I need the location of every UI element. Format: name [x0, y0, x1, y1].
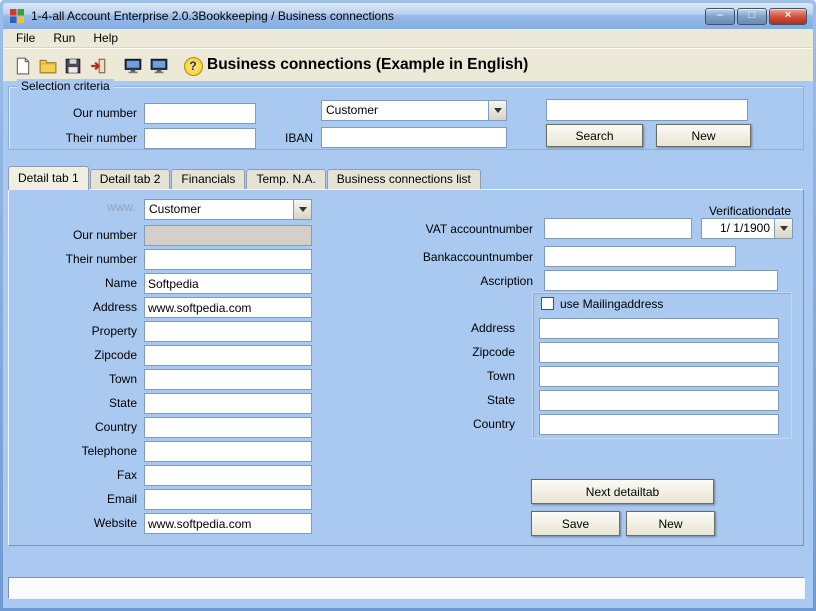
website-input[interactable] — [144, 513, 312, 534]
maximize-button[interactable]: □ — [737, 7, 767, 25]
country-input[interactable] — [144, 417, 312, 438]
mailing-state-label: State — [486, 393, 515, 407]
new-document-icon[interactable] — [11, 54, 35, 78]
use-mailingaddress-checkbox[interactable] — [541, 297, 554, 310]
their-number-label: Their number — [65, 131, 137, 145]
zipcode-label: Zipcode — [94, 348, 137, 362]
town-label: Town — [108, 372, 137, 386]
vat-accountnumber-label: VAT accountnumber — [425, 222, 533, 236]
detail-type-select[interactable]: Customer — [144, 199, 312, 220]
mailing-country-label: Country — [472, 417, 515, 431]
window-title: 1-4-all Account Enterprise 2.0.3Bookkeep… — [31, 9, 394, 23]
ascription-input[interactable] — [544, 270, 778, 291]
email-label: Email — [106, 492, 137, 506]
fax-input[interactable] — [144, 465, 312, 486]
watermark-text: www. — [107, 200, 136, 214]
telephone-input[interactable] — [144, 441, 312, 462]
tab-detail-1[interactable]: Detail tab 1 — [8, 166, 89, 190]
minimize-button[interactable]: – — [705, 7, 735, 25]
tabstrip: Detail tab 1 Detail tab 2 Financials Tem… — [8, 166, 482, 190]
address-input[interactable] — [144, 297, 312, 318]
name-label: Name — [104, 276, 137, 290]
toolbar: ? Business connections (Example in Engli… — [3, 48, 813, 81]
search-text-input[interactable] — [546, 99, 748, 121]
name-input[interactable] — [144, 273, 312, 294]
our-number-label: Our number — [72, 106, 137, 120]
chevron-down-icon[interactable] — [774, 219, 792, 238]
town-input[interactable] — [144, 369, 312, 390]
use-mailingaddress-label: use Mailingaddress — [560, 297, 664, 311]
ascription-label: Ascription — [480, 274, 533, 288]
verificationdate-select[interactable]: 1/ 1/1900 — [701, 218, 793, 239]
their-number-input[interactable] — [144, 249, 312, 270]
monitor-icon[interactable] — [121, 54, 145, 78]
tab-detail-2[interactable]: Detail tab 2 — [89, 169, 171, 189]
menubar: File Run Help — [3, 29, 813, 48]
mailing-address-label: Address — [470, 321, 515, 335]
selection-criteria-group: Selection criteria Our number Their numb… — [8, 79, 804, 150]
titlebar: 1-4-all Account Enterprise 2.0.3Bookkeep… — [3, 3, 813, 29]
app-icon — [9, 8, 25, 24]
detail-tab-panel: www. Customer Our number Their number Na… — [8, 189, 804, 546]
our-number-search-input[interactable] — [144, 103, 256, 124]
iban-input[interactable] — [321, 127, 507, 148]
menu-file[interactable]: File — [7, 30, 44, 46]
mailing-country-input[interactable] — [539, 414, 779, 435]
mailing-zipcode-input[interactable] — [539, 342, 779, 363]
chevron-down-icon[interactable] — [293, 200, 311, 219]
tab-business-connections-list[interactable]: Business connections list — [326, 169, 481, 189]
save-icon[interactable] — [61, 54, 85, 78]
close-button[interactable]: × — [769, 7, 807, 25]
status-bar — [8, 577, 805, 599]
fax-label: Fax — [116, 468, 137, 482]
search-button[interactable]: Search — [546, 124, 643, 147]
state-input[interactable] — [144, 393, 312, 414]
caption-buttons: – □ × — [705, 7, 807, 25]
telephone-label: Telephone — [81, 444, 137, 458]
bankaccountnumber-label: Bankaccountnumber — [422, 250, 533, 264]
their-number-label: Their number — [65, 252, 137, 266]
vat-accountnumber-input[interactable] — [544, 218, 692, 239]
bankaccountnumber-input[interactable] — [544, 246, 736, 267]
mailing-town-label: Town — [486, 369, 515, 383]
mailing-address-input[interactable] — [539, 318, 779, 339]
property-input[interactable] — [144, 321, 312, 342]
app-window: 1-4-all Account Enterprise 2.0.3Bookkeep… — [0, 0, 816, 611]
our-number-label: Our number — [72, 228, 137, 242]
menu-help[interactable]: Help — [84, 30, 127, 46]
help-icon[interactable]: ? — [181, 54, 205, 78]
open-folder-icon[interactable] — [36, 54, 60, 78]
tab-financials[interactable]: Financials — [171, 169, 246, 189]
zipcode-input[interactable] — [144, 345, 312, 366]
mailing-state-input[interactable] — [539, 390, 779, 411]
country-label: Country — [94, 420, 137, 434]
tab-temp-na[interactable]: Temp. N.A. — [246, 169, 326, 189]
connection-type-select[interactable]: Customer — [321, 100, 507, 121]
email-input[interactable] — [144, 489, 312, 510]
chevron-down-icon[interactable] — [488, 101, 506, 120]
state-label: State — [108, 396, 137, 410]
selection-criteria-legend: Selection criteria — [17, 79, 114, 93]
monitor-icon[interactable] — [147, 54, 171, 78]
save-button[interactable]: Save — [531, 511, 620, 536]
next-detailtab-button[interactable]: Next detailtab — [531, 479, 714, 504]
mailing-town-input[interactable] — [539, 366, 779, 387]
address-label: Address — [92, 300, 137, 314]
menu-run[interactable]: Run — [44, 30, 84, 46]
new-button[interactable]: New — [656, 124, 751, 147]
client-area: Selection criteria Our number Their numb… — [3, 79, 813, 608]
our-number-input[interactable] — [144, 225, 312, 246]
website-label: Website — [93, 516, 137, 530]
exit-icon[interactable] — [86, 54, 110, 78]
iban-label: IBAN — [284, 131, 313, 145]
detail-new-button[interactable]: New — [626, 511, 715, 536]
page-title: Business connections (Example in English… — [207, 56, 529, 73]
property-label: Property — [91, 324, 137, 338]
mailing-zipcode-label: Zipcode — [472, 345, 515, 359]
